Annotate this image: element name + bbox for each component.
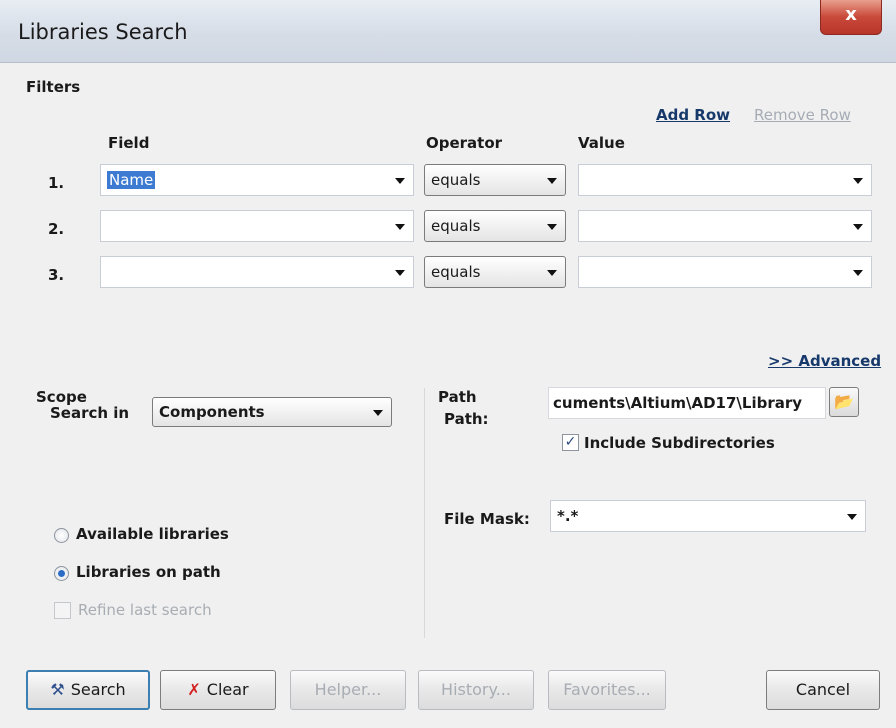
operator-select[interactable]: equals	[424, 256, 566, 288]
title-bar: Libraries Search x	[0, 0, 896, 63]
operator-value: equals	[431, 171, 481, 189]
chevron-down-icon	[847, 514, 857, 520]
chevron-down-icon	[547, 224, 557, 230]
search-in-label: Search in	[50, 404, 130, 422]
include-subdirectories-label[interactable]: Include Subdirectories	[584, 434, 775, 452]
chevron-down-icon	[853, 270, 863, 276]
path-input[interactable]: cuments\Altium\AD17\Library	[548, 387, 826, 419]
add-row-link[interactable]: Add Row	[656, 106, 730, 124]
include-subdirectories-checkbox[interactable]: ✓	[562, 434, 579, 451]
remove-row-link: Remove Row	[754, 106, 851, 124]
scope-path-divider	[424, 388, 425, 638]
history-button: History...	[418, 670, 534, 710]
close-button[interactable]: x	[820, 0, 882, 35]
field-column-header: Field	[108, 134, 150, 152]
path-value: cuments\Altium\AD17\Library	[553, 394, 803, 412]
row-number: 1.	[48, 174, 65, 192]
chevron-down-icon	[395, 178, 405, 184]
refine-last-search-checkbox	[54, 602, 71, 619]
cancel-button[interactable]: Cancel	[766, 670, 880, 710]
libraries-on-path-radio[interactable]	[54, 566, 69, 581]
libraries-on-path-label[interactable]: Libraries on path	[76, 563, 221, 581]
dialog-client: Filters Add Row Remove Row Field Operato…	[14, 66, 894, 720]
operator-value: equals	[431, 217, 481, 235]
chevron-down-icon	[853, 178, 863, 184]
close-icon: x	[845, 4, 857, 25]
search-in-value: Components	[159, 403, 265, 421]
refine-last-search-label: Refine last search	[78, 601, 212, 619]
value-column-header: Value	[578, 134, 625, 152]
window-title: Libraries Search	[18, 20, 188, 44]
operator-column-header: Operator	[426, 134, 503, 152]
row-number: 3.	[48, 266, 65, 284]
row-number: 2.	[48, 220, 65, 238]
chevron-down-icon	[547, 270, 557, 276]
path-section-label: Path	[438, 388, 477, 406]
folder-browse-button[interactable]: 📂	[829, 387, 859, 417]
chevron-down-icon	[547, 178, 557, 184]
clear-button[interactable]: ✗ Clear	[160, 670, 276, 710]
chevron-down-icon	[853, 224, 863, 230]
clear-icon: ✗	[187, 680, 201, 699]
chevron-down-icon	[395, 270, 405, 276]
search-in-select[interactable]: Components	[152, 397, 392, 427]
file-mask-label: File Mask:	[444, 510, 530, 528]
advanced-link[interactable]: >> Advanced	[768, 352, 881, 370]
file-mask-select[interactable]: *.*	[550, 500, 866, 532]
operator-value: equals	[431, 263, 481, 281]
file-mask-value: *.*	[557, 507, 579, 525]
folder-browse-icon: 📂	[834, 392, 854, 411]
available-libraries-radio[interactable]	[54, 528, 69, 543]
helper-button: Helper...	[290, 670, 406, 710]
value-select[interactable]	[578, 256, 872, 288]
field-select[interactable]	[100, 210, 414, 242]
operator-select[interactable]: equals	[424, 164, 566, 196]
field-select[interactable]: Name	[100, 164, 414, 196]
search-icon: ⚒	[50, 680, 65, 699]
chevron-down-icon	[373, 410, 383, 416]
value-select[interactable]	[578, 164, 872, 196]
chevron-down-icon	[395, 224, 405, 230]
field-select[interactable]	[100, 256, 414, 288]
filters-section-label: Filters	[26, 78, 81, 96]
field-value: Name	[107, 171, 156, 189]
available-libraries-label[interactable]: Available libraries	[76, 525, 229, 543]
search-button[interactable]: ⚒ Search	[26, 670, 150, 710]
operator-select[interactable]: equals	[424, 210, 566, 242]
value-select[interactable]	[578, 210, 872, 242]
favorites-button: Favorites...	[548, 670, 666, 710]
path-label: Path:	[444, 410, 489, 428]
